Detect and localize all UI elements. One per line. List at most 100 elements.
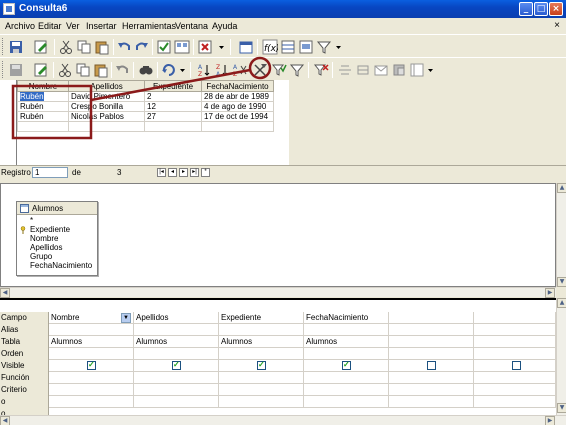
field-grupo[interactable]: Grupo	[30, 252, 52, 261]
find-record-icon[interactable]	[138, 62, 154, 78]
funcion-cell[interactable]	[219, 372, 304, 384]
functions-icon[interactable]: f(x)	[262, 39, 278, 55]
last-record-icon[interactable]: ▸|	[190, 168, 199, 177]
o-cell[interactable]	[389, 396, 474, 408]
visible-checkbox[interactable]	[172, 360, 181, 370]
visible-checkbox[interactable]	[87, 360, 96, 370]
dropdown-arrow-icon[interactable]	[336, 45, 341, 50]
orden-cell[interactable]	[389, 348, 474, 360]
funcion-cell[interactable]	[134, 372, 219, 384]
tabla-cell[interactable]	[474, 336, 556, 348]
next-record-icon[interactable]: ▸	[179, 168, 188, 177]
funcion-cell[interactable]	[49, 372, 134, 384]
previous-record-icon[interactable]: ◂	[168, 168, 177, 177]
table-row[interactable]: Rubén Nicolas Pablos 27 17 de oct de 199…	[17, 111, 274, 122]
visible-checkbox[interactable]	[342, 360, 351, 370]
table-cell[interactable]: 17 de oct de 1994	[201, 111, 274, 122]
explorer-icon[interactable]	[409, 62, 425, 78]
field-nombre[interactable]: Nombre	[30, 234, 58, 243]
campo-cell[interactable]: Expediente	[219, 312, 304, 324]
table-cell[interactable]: 2	[144, 91, 202, 102]
o-cell[interactable]	[474, 396, 556, 408]
apply-filter-icon[interactable]	[271, 62, 287, 78]
alias-cell[interactable]	[49, 324, 134, 336]
table-cell[interactable]: 28 de abr de 1989	[201, 91, 274, 102]
menu-ventana[interactable]: Ventana	[175, 21, 208, 31]
alias-cell[interactable]	[134, 324, 219, 336]
funcion-cell[interactable]	[474, 372, 556, 384]
save-icon[interactable]	[8, 39, 24, 55]
table-cell[interactable]: Rubén	[17, 101, 69, 112]
copy-icon[interactable]	[75, 62, 91, 78]
edit-data-icon[interactable]	[33, 62, 49, 78]
minimize-button[interactable]: _	[519, 2, 533, 16]
edit-mode-icon[interactable]	[33, 39, 49, 55]
refresh-icon[interactable]	[161, 62, 177, 78]
criterio-cell[interactable]	[219, 384, 304, 396]
menu-herramientas[interactable]: Herramientas	[122, 21, 176, 31]
column-header-apellidos[interactable]: Apellidos	[68, 80, 145, 92]
scroll-right-icon[interactable]: ▶	[545, 416, 555, 425]
criteria-horizontal-scrollbar[interactable]: ◀ ▶	[0, 415, 566, 425]
column-header-expediente[interactable]: Expediente	[144, 80, 202, 92]
criteria-vertical-scrollbar[interactable]: ▲ ▼	[556, 298, 566, 415]
orden-cell[interactable]	[49, 348, 134, 360]
chevron-down-icon[interactable]: ▼	[121, 313, 131, 323]
table-cell[interactable]	[17, 121, 69, 132]
toolbar-grip[interactable]	[2, 38, 5, 55]
alias-icon[interactable]	[298, 39, 314, 55]
scroll-right-icon[interactable]: ▶	[545, 288, 555, 298]
paste-icon[interactable]	[94, 39, 110, 55]
field-apellidos[interactable]: Apellidos	[30, 243, 62, 252]
save-record-icon[interactable]	[8, 62, 24, 78]
record-number-input[interactable]: 1	[32, 167, 68, 178]
criterio-cell[interactable]	[134, 384, 219, 396]
o-cell[interactable]	[304, 396, 389, 408]
run-query-icon[interactable]	[156, 39, 172, 55]
data-source-icon[interactable]	[391, 62, 407, 78]
undo-icon[interactable]	[114, 62, 130, 78]
scroll-down-icon[interactable]: ▼	[557, 403, 566, 413]
table-cell[interactable]: Rubén	[17, 111, 69, 122]
table-cell[interactable]: David Pimentero	[68, 91, 145, 102]
table-cell[interactable]: Nicolas Pablos	[68, 111, 145, 122]
table-name-icon[interactable]	[280, 39, 296, 55]
table-row[interactable]: Rubén Crespo Bonilla 12 4 de ago de 1990	[17, 101, 274, 112]
mail-merge-icon[interactable]	[373, 62, 389, 78]
scroll-left-icon[interactable]: ◀	[0, 288, 10, 298]
dropdown-arrow-icon[interactable]	[428, 68, 433, 73]
o-cell[interactable]	[219, 396, 304, 408]
visible-checkbox[interactable]	[512, 361, 521, 370]
orden-cell[interactable]	[219, 348, 304, 360]
menu-archivo[interactable]: Archivo	[5, 21, 35, 31]
funcion-cell[interactable]	[389, 372, 474, 384]
criterio-cell[interactable]	[389, 384, 474, 396]
alias-cell[interactable]	[219, 324, 304, 336]
orden-cell[interactable]	[474, 348, 556, 360]
table-cell[interactable]: 12	[144, 101, 202, 112]
toolbar-grip[interactable]	[2, 61, 5, 78]
alias-cell[interactable]	[389, 324, 474, 336]
alias-cell[interactable]	[304, 324, 389, 336]
sort-icon[interactable]: AZ	[232, 62, 248, 78]
tabla-cell[interactable]: Alumnos	[134, 336, 219, 348]
field-expediente[interactable]: Expediente	[30, 225, 70, 234]
scroll-down-icon[interactable]: ▼	[557, 277, 566, 287]
table-cell[interactable]: Rubén	[17, 91, 69, 102]
menu-editar[interactable]: Editar	[38, 21, 62, 31]
menu-insertar[interactable]: Insertar	[86, 21, 117, 31]
maximize-button[interactable]: □	[534, 2, 548, 16]
design-horizontal-scrollbar[interactable]: ◀ ▶	[0, 287, 556, 298]
dropdown-arrow-icon[interactable]	[180, 68, 185, 73]
clear-query-icon[interactable]	[197, 39, 213, 55]
o-cell[interactable]	[49, 396, 134, 408]
column-header-nombre[interactable]: Nombre	[17, 80, 69, 92]
data-to-fields-icon[interactable]	[355, 62, 371, 78]
redo-icon[interactable]	[134, 39, 150, 55]
copy-icon[interactable]	[76, 39, 92, 55]
add-tables-icon[interactable]	[238, 39, 254, 55]
alias-cell[interactable]	[474, 324, 556, 336]
menu-ver[interactable]: Ver	[66, 21, 80, 31]
visible-checkbox[interactable]	[257, 360, 266, 370]
table-cell[interactable]: 27	[144, 111, 202, 122]
